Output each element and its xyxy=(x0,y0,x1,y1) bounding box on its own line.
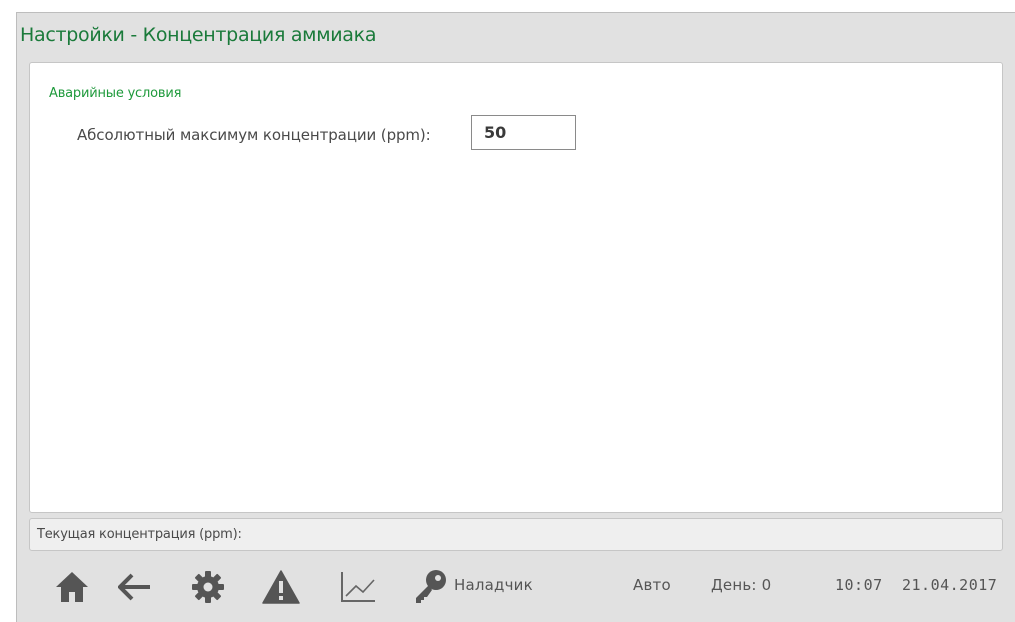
trends-button[interactable] xyxy=(337,565,379,609)
page-title: Настройки - Концентрация аммиака xyxy=(20,24,377,46)
clock-date: 21.04.2017 xyxy=(902,576,998,594)
clock-time: 10:07 xyxy=(835,576,883,594)
alarms-button[interactable] xyxy=(260,565,302,609)
max-concentration-label: Абсолютный максимум концентрации (ppm): xyxy=(77,126,431,144)
home-button[interactable] xyxy=(52,565,92,609)
settings-button[interactable] xyxy=(188,565,228,609)
warning-icon xyxy=(262,570,300,604)
home-icon xyxy=(54,569,90,605)
gear-icon xyxy=(191,570,225,604)
app-frame: Настройки - Концентрация аммиака Аварийн… xyxy=(0,0,1015,622)
user-button[interactable] xyxy=(410,565,450,609)
section-title-alarm: Аварийные условия xyxy=(49,86,182,101)
current-concentration-label: Текущая концентрация (ppm): xyxy=(37,527,242,542)
max-concentration-input[interactable]: 50 xyxy=(471,115,576,150)
user-label[interactable]: Наладчик xyxy=(454,576,533,594)
key-icon xyxy=(412,569,448,605)
back-arrow-icon xyxy=(118,573,152,601)
day-counter: День: 0 xyxy=(711,576,772,594)
back-button[interactable] xyxy=(115,565,155,609)
mode-label: Авто xyxy=(633,576,671,594)
chart-icon xyxy=(339,570,377,604)
